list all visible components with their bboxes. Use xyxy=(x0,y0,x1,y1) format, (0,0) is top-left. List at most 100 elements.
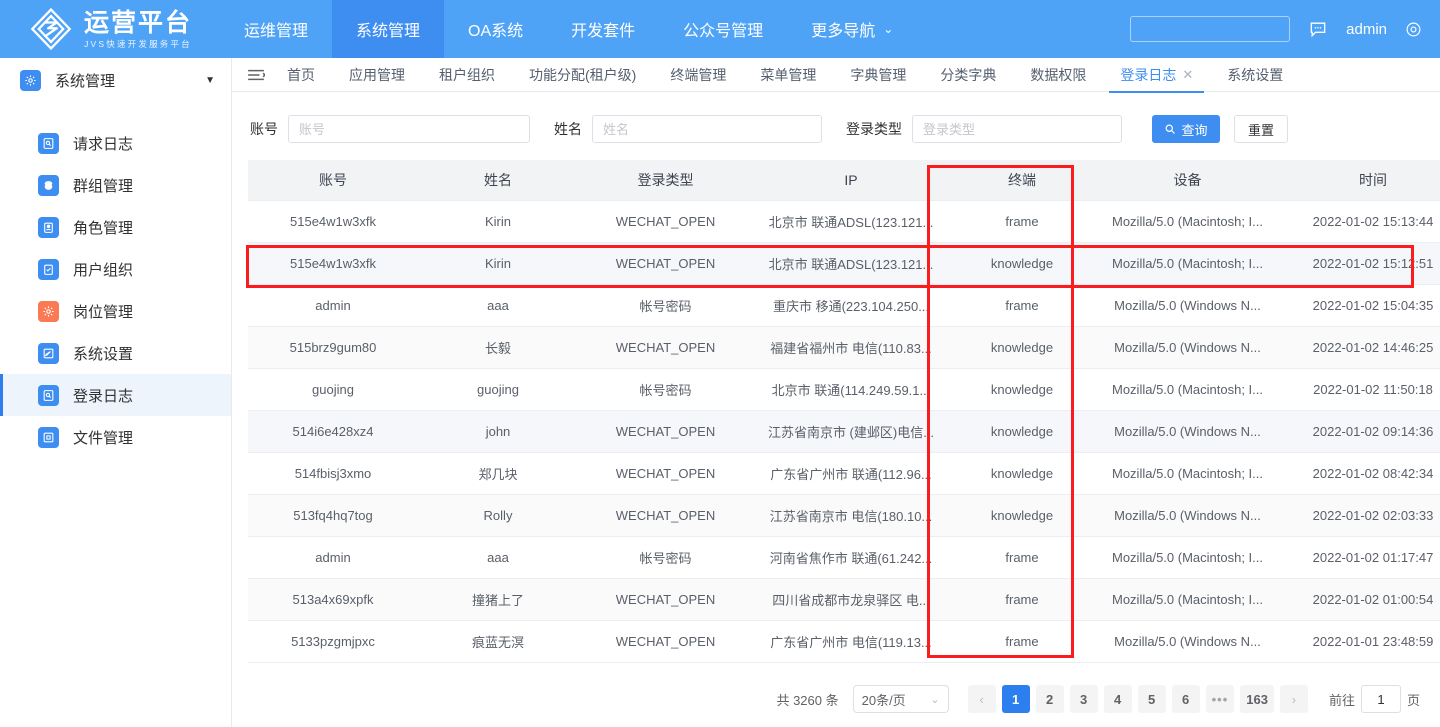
table-row[interactable]: 514i6e428xz4 john WECHAT_OPEN 江苏省南京市 (建邺… xyxy=(248,410,1440,453)
topnav-item-0[interactable]: 运维管理 xyxy=(220,0,332,58)
sidebar-menu: 请求日志 群组管理 角色管理 用户组织 岗位管理 系统设置 登录日志 文件管理 xyxy=(0,122,231,458)
sidebar-item-request-log[interactable]: 请求日志 xyxy=(0,122,231,164)
cell-terminal: knowledge xyxy=(949,452,1095,495)
role-icon xyxy=(38,216,59,238)
tab-login-log[interactable]: 登录日志 ✕ xyxy=(1103,58,1210,93)
menu-collapse-icon[interactable] xyxy=(242,68,270,82)
sidebar-item-system-settings[interactable]: 系统设置 xyxy=(0,332,231,374)
search-button[interactable]: 查询 xyxy=(1152,115,1220,143)
cell-device: Mozilla/5.0 (Windows N... xyxy=(1095,620,1280,663)
table-row[interactable]: admin aaa 帐号密码 河南省焦作市 联通(61.242... frame… xyxy=(248,536,1440,579)
table-row[interactable]: 513a4x69xpfk 撞猪上了 WECHAT_OPEN 四川省成都市龙泉驿区… xyxy=(248,578,1440,621)
filter-bar: 账号 姓名 登录类型 查询 重置 xyxy=(248,104,1426,154)
table-row[interactable]: 514fbisj3xmo 郑几块 WECHAT_OPEN 广东省广州市 联通(1… xyxy=(248,452,1440,495)
cell-login-type: WECHAT_OPEN xyxy=(578,326,753,369)
global-search-input[interactable] xyxy=(1130,16,1291,42)
table-row[interactable]: 515e4w1w3xfk Kirin WECHAT_OPEN 北京市 联通ADS… xyxy=(248,200,1440,243)
pagination-page-3[interactable]: 3 xyxy=(1069,685,1098,713)
pagination-ellipsis[interactable]: ••• xyxy=(1205,685,1235,713)
table-row[interactable]: 515brz9gum80 长毅 WECHAT_OPEN 福建省福州市 电信(11… xyxy=(248,326,1440,369)
sidebar-item-group-management[interactable]: 群组管理 xyxy=(0,164,231,206)
cell-ip: 重庆市 移通(223.104.250... xyxy=(753,284,949,327)
page-size-select[interactable]: 20条/页 ⌄ xyxy=(852,685,949,713)
table-row[interactable]: guojing guojing 帐号密码 北京市 联通(114.249.59.1… xyxy=(248,368,1440,411)
close-icon[interactable]: ✕ xyxy=(1182,67,1193,83)
table-row[interactable]: 513fq4hq7tog Rolly WECHAT_OPEN 江苏省南京市 电信… xyxy=(248,494,1440,537)
topnav-label: 系统管理 xyxy=(356,23,421,40)
topnav-item-5[interactable]: 更多导航 ⌄ xyxy=(787,0,917,58)
main-panel: 首页 应用管理 租户组织 功能分配(租户级) 终端管理 菜单管理 字典管理 分类… xyxy=(232,58,1440,727)
sidebar-item-file-management[interactable]: 文件管理 xyxy=(0,416,231,458)
cell-time: 2022-01-02 09:14:36 xyxy=(1280,410,1440,453)
chevron-down-icon[interactable]: ▼ xyxy=(205,75,215,86)
cell-ip: 四川省成都市龙泉驿区 电... xyxy=(753,578,949,621)
name-filter-input[interactable] xyxy=(592,115,822,143)
column-header-ip[interactable]: IP xyxy=(753,160,949,201)
user-name-label[interactable]: admin xyxy=(1346,21,1387,38)
cell-time: 2022-01-02 08:42:34 xyxy=(1280,452,1440,495)
cell-time: 2022-01-02 15:04:35 xyxy=(1280,284,1440,327)
tab-home[interactable]: 首页 xyxy=(270,58,332,92)
pagination-page-1[interactable]: 1 xyxy=(1001,685,1030,713)
logintype-filter-input[interactable] xyxy=(912,115,1122,143)
pagination-goto-input[interactable] xyxy=(1360,685,1401,713)
brand-logo-block[interactable]: 运营平台 JVS快速开发服务平台 xyxy=(0,0,220,58)
column-header-terminal[interactable]: 终端 xyxy=(949,160,1095,201)
login-log-icon xyxy=(38,384,59,406)
cell-login-type: WECHAT_OPEN xyxy=(578,200,753,243)
pagination-last-page[interactable]: 163 xyxy=(1240,685,1274,713)
column-header-device[interactable]: 设备 xyxy=(1095,160,1280,201)
sidebar-item-user-organization[interactable]: 用户组织 xyxy=(0,248,231,290)
pagination-prev-button[interactable]: ‹ xyxy=(967,685,996,713)
sidebar-item-position-management[interactable]: 岗位管理 xyxy=(0,290,231,332)
topnav-item-3[interactable]: 开发套件 xyxy=(547,0,659,58)
pagination-page-6[interactable]: 6 xyxy=(1171,685,1200,713)
tab-system-settings[interactable]: 系统设置 xyxy=(1210,58,1300,92)
column-header-account[interactable]: 账号 xyxy=(248,160,418,201)
sidebar-item-role-management[interactable]: 角色管理 xyxy=(0,206,231,248)
user-settings-icon[interactable] xyxy=(1405,21,1422,38)
tab-terminal-management[interactable]: 终端管理 xyxy=(653,58,743,92)
chat-bubble-icon[interactable] xyxy=(1308,19,1328,39)
cell-account: 514i6e428xz4 xyxy=(248,410,418,453)
cell-name: 撞猪上了 xyxy=(418,578,578,621)
top-navigation: 运维管理 系统管理 OA系统 开发套件 公众号管理 更多导航 ⌄ xyxy=(220,0,917,58)
pagination-page-2[interactable]: 2 xyxy=(1035,685,1064,713)
sidebar-header[interactable]: 系统管理 ▼ xyxy=(0,58,231,102)
column-header-login-type[interactable]: 登录类型 xyxy=(578,160,753,201)
account-filter-input[interactable] xyxy=(288,115,530,143)
cell-time: 2022-01-02 15:13:44 xyxy=(1280,200,1440,243)
tab-label: 字典管理 xyxy=(850,66,907,83)
table-row[interactable]: 515e4w1w3xfk Kirin WECHAT_OPEN 北京市 联通ADS… xyxy=(248,242,1440,285)
cell-terminal: knowledge xyxy=(949,242,1095,285)
tab-app-management[interactable]: 应用管理 xyxy=(332,58,422,92)
tab-data-permission[interactable]: 数据权限 xyxy=(1013,58,1103,92)
sidebar-item-login-log[interactable]: 登录日志 xyxy=(0,374,231,416)
pagination-page-5[interactable]: 5 xyxy=(1137,685,1166,713)
pagination-page-4[interactable]: 4 xyxy=(1103,685,1132,713)
cell-login-type: WECHAT_OPEN xyxy=(578,620,753,663)
table-row[interactable]: admin aaa 帐号密码 重庆市 移通(223.104.250... fra… xyxy=(248,284,1440,327)
chevron-down-icon: ⌄ xyxy=(930,693,940,706)
topnav-item-2[interactable]: OA系统 xyxy=(444,0,547,58)
cell-login-type: WECHAT_OPEN xyxy=(578,410,753,453)
tab-tenant-org[interactable]: 租户组织 xyxy=(422,58,512,92)
pagination-next-button[interactable]: › xyxy=(1279,685,1308,713)
tab-dictionary-management[interactable]: 字典管理 xyxy=(833,58,923,92)
tab-label: 登录日志 xyxy=(1120,66,1177,83)
column-header-name[interactable]: 姓名 xyxy=(418,160,578,201)
tab-menu-management[interactable]: 菜单管理 xyxy=(743,58,833,92)
topnav-item-1[interactable]: 系统管理 xyxy=(332,0,445,58)
reset-button[interactable]: 重置 xyxy=(1234,115,1288,143)
sidebar-item-label: 用户组织 xyxy=(73,261,134,279)
cell-time: 2022-01-02 14:46:25 xyxy=(1280,326,1440,369)
tab-feature-allocation[interactable]: 功能分配(租户级) xyxy=(512,58,653,92)
tab-label: 终端管理 xyxy=(670,66,727,83)
tab-category-dictionary[interactable]: 分类字典 xyxy=(923,58,1013,92)
cell-time: 2022-01-02 15:12:51 xyxy=(1280,242,1440,285)
search-icon xyxy=(1166,124,1176,134)
reset-button-label: 重置 xyxy=(1247,122,1274,138)
topnav-item-4[interactable]: 公众号管理 xyxy=(659,0,787,58)
table-row[interactable]: 5133pzgmjpxc 痕蓝无溟 WECHAT_OPEN 广东省广州市 电信(… xyxy=(248,620,1440,663)
column-header-time[interactable]: 时间 xyxy=(1280,160,1440,201)
